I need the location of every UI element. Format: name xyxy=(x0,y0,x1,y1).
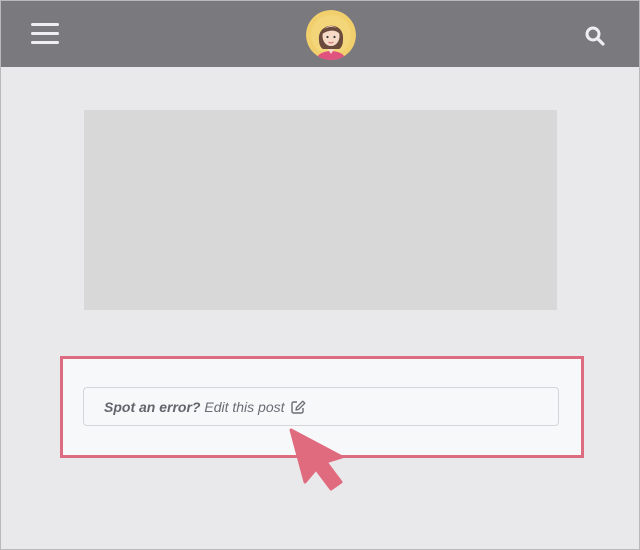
avatar[interactable] xyxy=(306,10,356,60)
top-navigation-bar xyxy=(1,1,639,67)
image-placeholder xyxy=(84,110,557,310)
edit-question: Spot an error? xyxy=(104,399,201,415)
edit-pencil-icon xyxy=(291,400,306,417)
pointer-cursor-icon xyxy=(288,427,348,491)
hamburger-menu-icon[interactable] xyxy=(31,21,59,47)
page-frame: Spot an error? Edit this post xyxy=(0,0,640,550)
edit-link-label[interactable]: Edit this post xyxy=(204,399,284,415)
edit-post-link[interactable]: Spot an error? Edit this post xyxy=(83,387,559,426)
avatar-woman-icon xyxy=(306,10,356,60)
search-icon[interactable] xyxy=(584,25,606,47)
edit-prompt: Spot an error? Edit this post xyxy=(104,399,306,417)
